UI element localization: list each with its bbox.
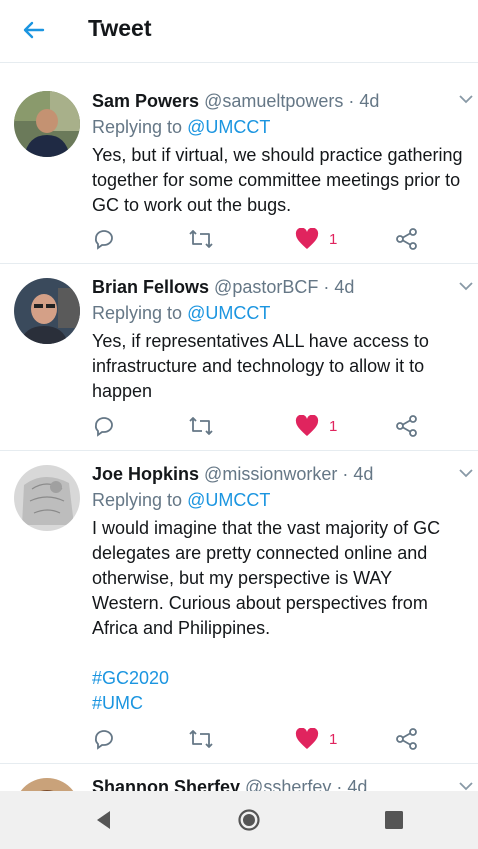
tweet-reply[interactable]: Shannon Sherfey @ssherfey · 4d bbox=[0, 764, 478, 791]
share-button[interactable] bbox=[395, 726, 419, 752]
chevron-down-icon[interactable] bbox=[458, 280, 474, 292]
share-button[interactable] bbox=[395, 226, 419, 252]
retweet-button[interactable] bbox=[188, 413, 214, 439]
author-handle[interactable]: @ssherfey bbox=[245, 777, 331, 791]
tweet-author-line: Sam Powers @samueltpowers · 4d bbox=[92, 88, 468, 114]
author-handle[interactable]: @samueltpowers bbox=[204, 91, 343, 111]
heart-filled-icon bbox=[295, 228, 319, 249]
replying-label: Replying to bbox=[92, 303, 183, 323]
share-icon bbox=[396, 415, 417, 437]
tweet-time: · 4d bbox=[342, 464, 374, 484]
replying-label: Replying to bbox=[92, 117, 183, 137]
nav-back-button[interactable] bbox=[92, 808, 116, 832]
tweet-actions: 1 bbox=[92, 413, 432, 439]
share-icon bbox=[396, 228, 417, 250]
retweet-icon bbox=[189, 417, 213, 435]
avatar[interactable] bbox=[14, 278, 80, 344]
avatar[interactable] bbox=[14, 91, 80, 157]
chevron-down-icon[interactable] bbox=[458, 467, 474, 479]
like-count: 1 bbox=[329, 230, 338, 248]
tweet-reply[interactable]: Sam Powers @samueltpowers · 4d Replying … bbox=[0, 63, 478, 264]
replying-label: Replying to bbox=[92, 490, 183, 510]
author-handle[interactable]: @missionworker bbox=[204, 464, 337, 484]
tweet-text: Yes, if representatives ALL have access … bbox=[92, 331, 429, 401]
system-nav-bar bbox=[0, 791, 478, 849]
author-handle[interactable]: @pastorBCF bbox=[214, 277, 318, 297]
like-button[interactable]: 1 bbox=[295, 226, 337, 252]
tweet-author-line: Shannon Sherfey @ssherfey · 4d bbox=[92, 774, 468, 791]
reply-icon bbox=[94, 417, 113, 437]
replying-to: Replying to @UMCCT bbox=[92, 487, 468, 513]
replying-to: Replying to @UMCCT bbox=[92, 300, 468, 326]
tweet-time: · 4d bbox=[348, 91, 380, 111]
reply-button[interactable] bbox=[92, 226, 116, 252]
reply-icon bbox=[94, 730, 113, 750]
avatar[interactable] bbox=[14, 778, 80, 791]
like-button[interactable]: 1 bbox=[295, 413, 337, 439]
tweet-text: Yes, but if virtual, we should practice … bbox=[92, 145, 463, 215]
retweet-button[interactable] bbox=[188, 726, 214, 752]
tweet-text: I would imagine that the vast majority o… bbox=[92, 518, 441, 638]
heart-filled-icon bbox=[295, 415, 319, 436]
nav-back-icon bbox=[97, 811, 110, 829]
author-name[interactable]: Shannon Sherfey bbox=[92, 777, 240, 791]
replying-mention[interactable]: @UMCCT bbox=[187, 490, 270, 510]
retweet-icon bbox=[189, 730, 213, 748]
hashtag-link[interactable]: #GC2020 bbox=[92, 666, 468, 691]
author-name[interactable]: Brian Fellows bbox=[92, 277, 209, 297]
like-count: 1 bbox=[329, 417, 338, 435]
tweet-author-line: Brian Fellows @pastorBCF · 4d bbox=[92, 274, 468, 300]
nav-home-icon bbox=[238, 809, 260, 831]
chevron-down-icon[interactable] bbox=[458, 780, 474, 791]
tweet-actions: 1 bbox=[92, 726, 432, 752]
tweet-time: · 4d bbox=[336, 777, 368, 791]
share-button[interactable] bbox=[395, 413, 419, 439]
avatar[interactable] bbox=[14, 465, 80, 531]
app-header: Tweet bbox=[0, 0, 478, 58]
reply-button[interactable] bbox=[92, 726, 116, 752]
nav-recents-button[interactable] bbox=[382, 808, 406, 832]
back-button[interactable] bbox=[20, 16, 48, 44]
like-count: 1 bbox=[329, 730, 338, 748]
like-button[interactable]: 1 bbox=[295, 726, 337, 752]
tweet-actions: 1 bbox=[92, 226, 432, 252]
page-title: Tweet bbox=[88, 15, 152, 41]
replying-mention[interactable]: @UMCCT bbox=[187, 303, 270, 323]
replying-mention[interactable]: @UMCCT bbox=[187, 117, 270, 137]
author-name[interactable]: Joe Hopkins bbox=[92, 464, 199, 484]
arrow-left-icon bbox=[23, 21, 45, 39]
reply-icon bbox=[94, 230, 113, 250]
tweet-time: · 4d bbox=[323, 277, 355, 297]
share-icon bbox=[396, 728, 417, 750]
nav-home-button[interactable] bbox=[237, 808, 261, 832]
tweet-reply[interactable]: Joe Hopkins @missionworker · 4d Replying… bbox=[0, 451, 478, 764]
nav-recents-icon bbox=[385, 811, 403, 829]
retweet-icon bbox=[189, 230, 213, 248]
tweet-author-line: Joe Hopkins @missionworker · 4d bbox=[92, 461, 468, 487]
tweet-reply[interactable]: Brian Fellows @pastorBCF · 4d Replying t… bbox=[0, 264, 478, 451]
author-name[interactable]: Sam Powers bbox=[92, 91, 199, 111]
chevron-down-icon[interactable] bbox=[458, 93, 474, 105]
replying-to: Replying to @UMCCT bbox=[92, 114, 468, 140]
hashtag-link[interactable]: #UMC bbox=[92, 691, 468, 716]
tweet-hashtags: #GC2020 #UMC bbox=[92, 666, 468, 716]
heart-filled-icon bbox=[295, 728, 319, 749]
reply-button[interactable] bbox=[92, 413, 116, 439]
retweet-button[interactable] bbox=[188, 226, 214, 252]
